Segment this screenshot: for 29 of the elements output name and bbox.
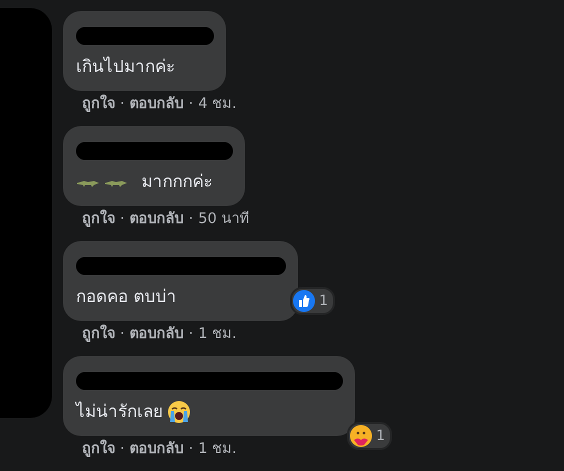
like-link[interactable]: ถูกใจ xyxy=(82,94,115,114)
separator-dot: · xyxy=(188,95,194,114)
like-link[interactable]: ถูกใจ xyxy=(82,324,115,344)
timestamp: 1 ชม. xyxy=(198,440,237,459)
separator-dot: · xyxy=(188,440,194,459)
comment-text: กอดคอ ตบบ่า xyxy=(76,286,176,309)
comment-text: ไม่น่ารักเลย xyxy=(76,400,163,424)
separator-dot: · xyxy=(188,325,194,344)
reply-link[interactable]: ตอบกลับ xyxy=(130,439,184,459)
thumbs-up-icon xyxy=(293,290,316,312)
like-link[interactable]: ถูกใจ xyxy=(82,439,115,459)
crying-face-icon xyxy=(167,400,191,424)
separator-dot: · xyxy=(120,95,125,114)
reaction-count[interactable]: 1 xyxy=(290,287,335,315)
separator-dot: · xyxy=(120,210,125,229)
timestamp: 4 ชม. xyxy=(198,95,237,114)
reaction-count[interactable]: 1 xyxy=(347,422,392,450)
like-link[interactable]: ถูกใจ xyxy=(82,209,115,229)
separator-dot: · xyxy=(120,325,125,344)
hugging-face-icon xyxy=(350,425,372,447)
timestamp: 50 นาที xyxy=(198,210,250,229)
reply-link[interactable]: ตอบกลับ xyxy=(130,94,184,114)
separator-dot: · xyxy=(188,210,194,229)
reply-link[interactable]: ตอบกลับ xyxy=(130,324,184,344)
comment-text: เกินไปมากค่ะ xyxy=(76,56,175,79)
comment-text: มากกกค่ะ xyxy=(141,171,212,194)
reply-link[interactable]: ตอบกลับ xyxy=(130,209,184,229)
separator-dot: · xyxy=(120,440,125,459)
timestamp: 1 ชม. xyxy=(198,325,237,344)
